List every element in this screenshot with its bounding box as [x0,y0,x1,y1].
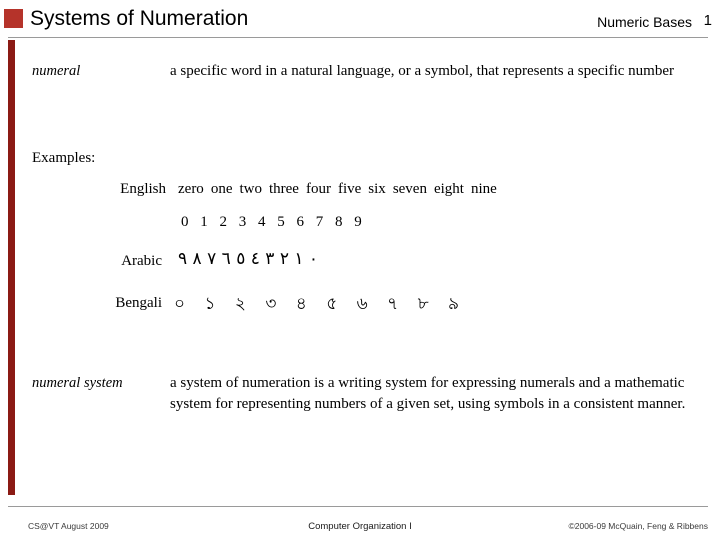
english-word: five [337,181,362,197]
arabic-label: Arabic [121,253,162,269]
bengali-digits: ০ ১ ২ ৩ ৪ ৫ ৬ ৭ ৮ ৯ [174,294,467,314]
english-label: English [120,181,166,197]
english-word: six [368,181,386,197]
arabic-digits: ٠ ١ ٢ ٣ ٤ ٥ ٦ ٧ ٨ ٩ [178,249,319,269]
english-word: four [305,181,331,197]
term-numeral: numeral [32,62,152,80]
examples-label: Examples: [32,150,96,166]
english-word: three [268,181,299,197]
english-word: two [239,181,262,197]
page-title: Systems of Numeration [30,7,249,30]
english-digits: 0 1 2 3 4 5 6 7 8 9 [181,214,366,230]
english-word: zero [178,181,204,197]
footer-divider [8,506,708,507]
definition-numeral: a specific word in a natural language, o… [170,63,674,79]
footer-copyright: ©2006-09 McQuain, Feng & Ribbens [568,521,708,531]
english-word: eight [433,181,464,197]
definition-numeral-system: a system of numeration is a writing syst… [170,375,686,412]
term-numeral-system: numeral system [32,374,172,392]
slide-header: Systems of Numeration Numeric Bases 1 [0,0,720,40]
header-divider [8,37,708,38]
english-word: seven [392,181,427,197]
term-numeral-system-label: numeral system [32,375,123,391]
english-word: nine [470,181,497,197]
english-word: one [210,181,233,197]
slide-content: numeral a specific word in a natural lan… [0,40,720,500]
bengali-label: Bengali [115,295,162,311]
slide-footer: CS@VT August 2009 Computer Organization … [0,521,720,539]
header-accent-square [4,9,23,28]
page-number: 1 [703,12,712,29]
section-label: Numeric Bases [597,14,692,30]
term-numeral-label: numeral [32,63,81,79]
english-words: zero one two three four five six seven eight nine [178,181,504,198]
